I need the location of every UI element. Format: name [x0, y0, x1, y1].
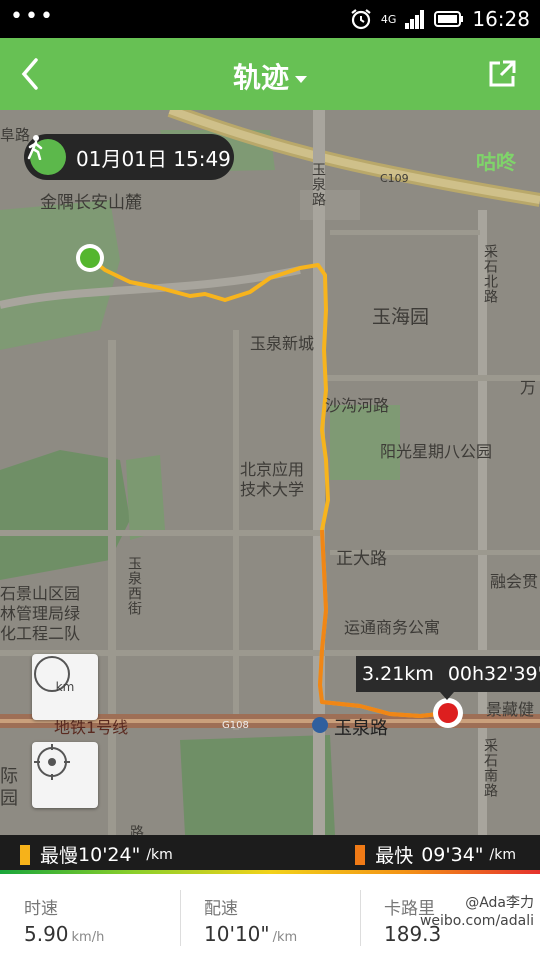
- pace-unit: /km: [146, 846, 173, 863]
- page-title-dropdown[interactable]: 轨迹: [0, 56, 540, 96]
- distance-duration-bubble: 3.21km 00h32'39": [356, 656, 540, 692]
- map-label: 采石北路: [482, 244, 498, 304]
- pace-stat-unit: /km: [272, 930, 298, 945]
- speed-value: 5.90: [24, 922, 69, 946]
- speed-unit: km/h: [71, 930, 105, 945]
- watermark-handle: @Ada李力: [465, 895, 534, 911]
- locate-button[interactable]: [32, 742, 98, 808]
- map-label: 玉泉西街: [126, 556, 142, 616]
- fastest-pace-label: 最快: [375, 845, 414, 867]
- fastest-pace: 最快 09'34" /km: [355, 841, 516, 868]
- divider: [180, 890, 181, 946]
- map-label: 玉泉新城: [250, 334, 315, 353]
- map-label: 化工程二队: [0, 624, 81, 643]
- fastest-pace-value: 09'34": [421, 843, 484, 866]
- zoom-scale-button[interactable]: km: [32, 654, 98, 720]
- clock: 16:28: [472, 7, 530, 31]
- page-title: 轨迹: [232, 61, 289, 94]
- pace-unit: /km: [489, 846, 516, 863]
- start-time: 01月01日 15:49: [76, 146, 231, 171]
- map-label: 融会贯: [490, 572, 539, 591]
- chevron-down-icon: [295, 75, 307, 83]
- total-distance: 3.21km: [362, 663, 434, 685]
- start-time-chip: 01月01日 15:49: [24, 134, 234, 180]
- brand-logo: 咕咚: [476, 150, 516, 174]
- watermark-url: weibo.com/adali: [419, 913, 534, 929]
- route-map[interactable]: 金隅长安山麓 玉海园 玉泉新城 沙沟河路 阳光星期八公园 北京应用 技术大学 正…: [0, 110, 540, 835]
- slowest-pace-value: 10'24": [78, 843, 141, 866]
- bubble-pointer: [440, 692, 454, 700]
- map-label: 玉海园: [372, 306, 430, 328]
- slowest-pace-label: 最慢: [40, 845, 79, 867]
- walking-icon: [27, 135, 66, 175]
- notification-dots-icon: •••: [10, 4, 55, 29]
- alarm-icon: [351, 9, 371, 30]
- total-duration: 00h32'39": [447, 663, 540, 685]
- map-label: 运通商务公寓: [344, 618, 441, 637]
- watermark: @Ada李力 weibo.com/adali: [420, 872, 534, 930]
- zoom-scale-label: km: [55, 680, 75, 694]
- map-label: 园: [0, 788, 18, 809]
- map-label: C109: [380, 172, 409, 185]
- network-type: 4G: [380, 12, 397, 26]
- map-label: 玉泉路: [334, 718, 388, 739]
- crosshair-icon: [34, 744, 70, 780]
- map-label: 阳光星期八公园: [380, 442, 493, 461]
- map-label: 技术大学: [240, 480, 305, 499]
- map-label: 沙沟河路: [325, 396, 390, 415]
- map-label: 玉泉路: [310, 162, 326, 207]
- signal-icon: [405, 10, 425, 29]
- map-label: G108: [222, 720, 249, 731]
- pace-value: 10'10": [204, 922, 270, 946]
- divider: [360, 890, 361, 946]
- pace-legend: 最慢 10'24" /km 最快 09'34" /km: [0, 835, 540, 873]
- map-label: 金隅长安山麓: [40, 193, 142, 213]
- speed-label: 时速: [24, 899, 58, 919]
- map-label: 采石南路: [482, 738, 498, 798]
- map-label: 景藏健: [486, 700, 535, 719]
- map-label: 万: [520, 378, 537, 397]
- status-bar: ••• 4G 16:28: [0, 0, 540, 38]
- pace-label: 配速: [204, 899, 238, 919]
- slow-swatch: [20, 844, 30, 865]
- battery-icon: [434, 11, 464, 27]
- app-header: 轨迹: [0, 38, 540, 110]
- map-label: 正大路: [336, 549, 387, 569]
- share-button[interactable]: [486, 58, 518, 90]
- fast-swatch: [355, 844, 366, 865]
- slowest-pace: 最慢 10'24" /km: [20, 841, 173, 868]
- map-label: 路: [130, 825, 144, 835]
